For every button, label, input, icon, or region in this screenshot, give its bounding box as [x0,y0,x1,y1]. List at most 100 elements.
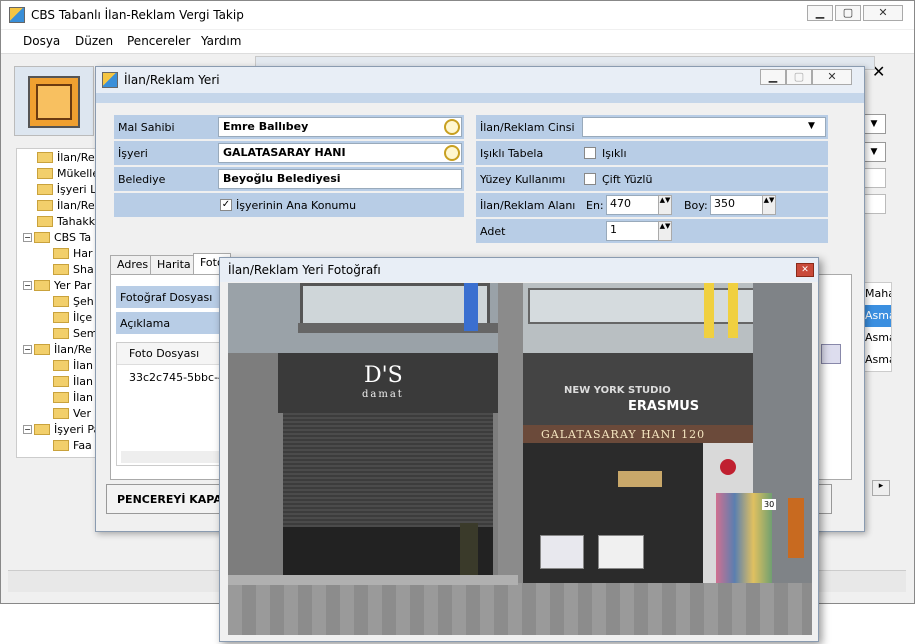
navigation-tree: İlan/Re Mükelle İşyeri Lis İlan/Re Tahak… [16,148,106,458]
tree-item[interactable]: Har [17,245,105,261]
list-item[interactable]: Asmal [863,327,891,349]
width-stepper[interactable]: ▲▼ [658,195,672,215]
chevron-down-icon[interactable]: ▼ [808,121,815,131]
double-sided-checkbox[interactable] [584,173,596,185]
dialog-title: İlan/Reklam Yeri [124,73,220,87]
tree-item[interactable]: Tahakk [17,213,105,229]
folder-icon [53,375,69,387]
width-input[interactable]: 470 [606,195,666,215]
count-stepper[interactable]: ▲▼ [658,221,672,241]
collapse-icon[interactable]: − [23,280,32,290]
folder-icon [53,311,69,323]
width-label: En: [586,199,604,212]
collapse-icon[interactable]: − [23,344,32,354]
folder-icon [53,247,69,259]
close-window-button[interactable]: PENCEREYİ KAPA [106,484,226,514]
price-tag: 30 [762,499,777,510]
chevron-down-icon[interactable]: ▼ [862,114,886,134]
collapse-icon[interactable]: − [23,232,32,242]
list-item[interactable]: Maha [863,283,891,305]
tree-item[interactable]: İlan [17,373,105,389]
folder-icon [53,439,69,451]
dialog-maximize-button[interactable]: ▢ [786,69,812,85]
tree-item[interactable]: Ver [17,405,105,421]
owner-field[interactable]: Emre Ballıbey [218,117,462,137]
height-input[interactable]: 350 [710,195,770,215]
tree-item[interactable]: İlan [17,357,105,373]
tree-item[interactable]: Sem [17,325,105,341]
dialog-icon [102,72,118,88]
dialog-close-button[interactable]: ✕ [812,69,852,85]
close-button[interactable]: ✕ [863,5,903,21]
folder-icon [37,215,53,227]
lit-sign-label: Işıklı Tabela [480,147,544,160]
scroll-right-button[interactable]: ▸ [872,480,890,496]
main-title-bar: CBS Tabanlı İlan-Reklam Vergi Takip ▁ ▢ … [1,1,914,29]
side-field[interactable] [862,194,886,214]
side-field[interactable] [862,168,886,188]
tree-item[interactable]: Mükelle [17,165,105,181]
folder-icon [53,391,69,403]
ad-type-label: İlan/Reklam Cinsi [480,121,575,134]
menu-yardim[interactable]: Yardım [201,34,241,48]
tree-item[interactable]: İlçe [17,309,105,325]
tree-item[interactable]: Şeh [17,293,105,309]
photo-grid: Foto Dosyası 33c2c745-5bbc-43 [116,342,232,466]
folder-icon [34,231,50,243]
folder-icon [37,199,53,211]
tree-item[interactable]: İlan/Re [17,149,105,165]
municipality-row: Belediye Beyoğlu Belediyesi [114,167,464,191]
workplace-label: İşyeri [118,147,148,160]
surface-label: Yüzey Kullanımı [480,173,566,186]
tree-item[interactable]: − Yer Par [17,277,105,293]
folder-icon [53,359,69,371]
galatasaray-hani-sign: GALATASARAY HANI 120 [523,425,753,443]
zoom-icon[interactable] [821,344,841,364]
owner-row: Mal Sahibi Emre Ballıbey [114,115,464,139]
tree-item[interactable]: − İşyeri Pa [17,421,105,437]
tree-item[interactable]: İlan [17,389,105,405]
collapse-icon[interactable]: − [23,424,32,434]
ad-type-select[interactable] [582,117,826,137]
list-item[interactable]: Asmal [863,349,891,371]
tree-item[interactable]: İşyeri Lis [17,181,105,197]
tree-item[interactable]: Sha [17,261,105,277]
tab-adres[interactable]: Adres [110,255,156,275]
horizontal-scrollbar[interactable] [121,451,221,463]
ds-sign: D'S [364,363,403,388]
grid-row[interactable]: 33c2c745-5bbc-43 [129,371,232,384]
tree-item[interactable]: − İlan/Re [17,341,105,357]
chevron-down-icon[interactable]: ▼ [862,142,886,162]
tree-item[interactable]: − CBS Ta [17,229,105,245]
lit-label: Işıklı [602,147,627,160]
search-icon[interactable] [444,119,460,135]
photo-close-button[interactable]: ✕ [796,263,814,277]
minimize-button[interactable]: ▁ [807,5,833,21]
tree-item[interactable]: İlan/Re [17,197,105,213]
surface-row: Yüzey Kullanımı Çift Yüzlü [476,167,828,191]
lit-checkbox[interactable] [584,147,596,159]
menu-dosya[interactable]: Dosya [23,34,60,48]
municipality-label: Belediye [118,173,166,186]
dialog-minimize-button[interactable]: ▁ [760,69,786,85]
tab-harita[interactable]: Harita [150,255,198,275]
folder-icon [34,279,50,291]
main-location-checkbox[interactable]: ✓ [220,199,232,211]
menu-duzen[interactable]: Düzen [75,34,113,48]
photo-title-bar: İlan/Reklam Yeri Fotoğrafı ✕ [220,258,818,282]
maximize-button[interactable]: ▢ [835,5,861,21]
photo-file-row: Fotoğraf Dosyası [116,286,226,308]
description-label: Açıklama [120,317,171,330]
tree-item[interactable]: Faa [17,437,105,453]
folder-icon [53,407,69,419]
search-icon[interactable] [444,145,460,161]
workplace-row: İşyeri GALATASARAY HANI [114,141,464,165]
main-location-row: ✓ İşyerinin Ana Konumu [114,193,464,217]
menu-pencereler[interactable]: Pencereler [127,34,190,48]
grid-header: Foto Dosyası [117,343,225,365]
workplace-field[interactable]: GALATASARAY HANI [218,143,462,163]
height-stepper[interactable]: ▲▼ [762,195,776,215]
side-list: Maha Asmal Asmal Asmal [862,282,892,372]
list-item[interactable]: Asmal [863,305,891,327]
municipality-field[interactable]: Beyoğlu Belediyesi [218,169,462,189]
